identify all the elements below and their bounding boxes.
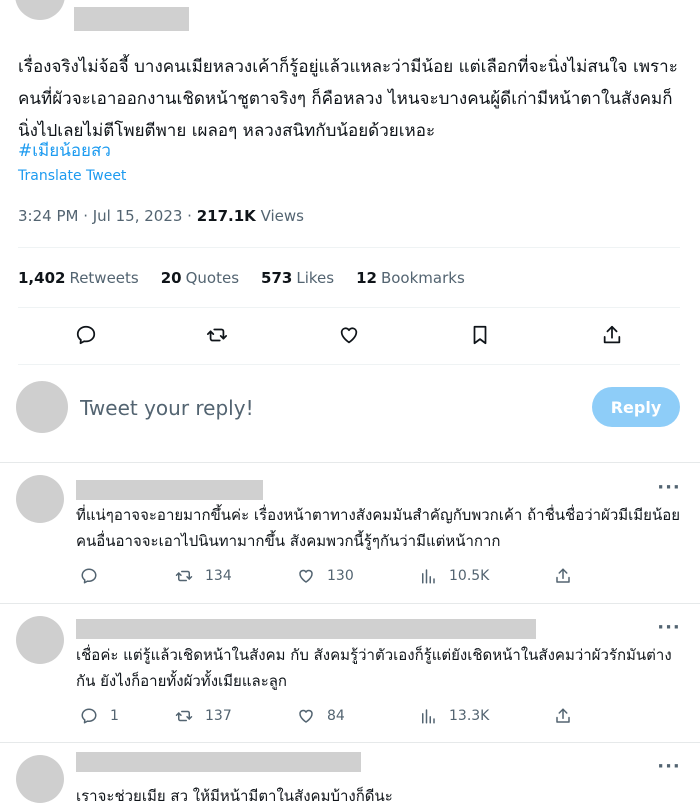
reply-reply-button[interactable]: 1 (80, 705, 119, 727)
reply-share-button[interactable] (554, 565, 584, 587)
retweet-icon (206, 328, 228, 342)
more-icon[interactable]: ··· (655, 479, 683, 501)
quotes-label: Quotes (185, 269, 240, 287)
share-icon (603, 325, 621, 344)
divider (18, 364, 680, 365)
more-icon[interactable]: ··· (655, 758, 683, 780)
reply-icon (81, 708, 97, 724)
reply-text: เชื่อค่ะ แต่รู้แล้วเชิดหน้าในสังคม กับ ส… (76, 646, 672, 690)
avatar[interactable] (16, 616, 64, 664)
quotes-stat[interactable]: 20 Quotes (161, 267, 239, 289)
likes-label: Likes (296, 269, 335, 287)
tweet-timestamp[interactable]: 3:24 PM · Jul 15, 2023 · (18, 207, 197, 225)
share-icon (556, 708, 570, 723)
tweet-meta: 3:24 PM · Jul 15, 2023 · 217.1K Views (18, 205, 304, 227)
translate-tweet-link[interactable]: Translate Tweet (18, 166, 126, 186)
views-count: 217.1K (196, 207, 256, 225)
reply-views-button[interactable]: 13.3K (419, 705, 489, 727)
author-avatar[interactable] (15, 0, 65, 20)
divider (18, 247, 680, 248)
heart-icon (299, 709, 313, 723)
views-icon (422, 569, 435, 584)
retweet-button[interactable] (204, 322, 230, 348)
like-button[interactable] (336, 322, 362, 348)
reply-retweet-button[interactable]: 137 (175, 705, 232, 727)
views-icon (422, 709, 435, 724)
likes-count: 573 (261, 269, 293, 287)
divider (18, 307, 680, 308)
heart-icon (340, 327, 358, 344)
reply-retweet-button[interactable]: 134 (175, 565, 232, 587)
reply-share-button[interactable] (554, 705, 584, 727)
reply-input[interactable] (80, 392, 550, 424)
retweets-stat[interactable]: 1,402 Retweets (18, 267, 139, 289)
reply-author-redacted[interactable] (76, 752, 361, 772)
retweets-label: Retweets (69, 269, 139, 287)
likes-stat[interactable]: 573 Likes (261, 267, 334, 289)
retweet-icon (175, 570, 193, 582)
current-user-avatar (16, 381, 68, 433)
author-name-redacted[interactable] (74, 7, 189, 31)
like-count: 130 (327, 568, 354, 584)
bookmark-button[interactable] (467, 322, 493, 348)
reply-like-button[interactable]: 130 (297, 565, 354, 587)
heart-icon (299, 569, 313, 583)
bookmark-icon (473, 325, 487, 345)
reply-reply-button[interactable] (80, 565, 110, 587)
reply-button[interactable] (73, 322, 99, 348)
more-icon[interactable]: ··· (655, 619, 683, 641)
views-label: Views (255, 207, 304, 225)
views-count: 10.5K (449, 568, 490, 584)
reply-author-redacted[interactable] (76, 619, 536, 639)
bookmarks-count: 12 (356, 269, 377, 287)
reply-actions: 1 137 84 13.3K (76, 705, 686, 727)
reply-author-redacted[interactable] (76, 480, 263, 500)
tweet-stats: 1,402 Retweets 20 Quotes 573 Likes 12 Bookma… (18, 267, 465, 289)
reply-text: เราจะช่วยเมีย สว ให้มีหน้ามีตาในสังคมบ้า… (76, 787, 393, 805)
reply-text: ที่แน่ๆอาจจะอายมากขึ้นค่ะ เรื่องหน้าตาทา… (76, 506, 681, 550)
retweet-icon (175, 710, 193, 722)
retweets-count: 1,402 (18, 269, 66, 287)
tweet-text: เรื่องจริงไม่จ้อจี้ บางคนเมียหลวงเค้าก็ร… (18, 57, 678, 141)
bookmarks-stat[interactable]: 12 Bookmarks (356, 267, 465, 289)
hashtag-link[interactable]: #เมียน้อยสว (18, 135, 111, 167)
reply-item[interactable]: ··· เชื่อค่ะ แต่รู้แล้วเชิดหน้าในสังคม ก… (0, 604, 700, 742)
avatar[interactable] (16, 755, 64, 803)
share-icon (556, 568, 570, 583)
reply-views-button[interactable]: 10.5K (419, 565, 489, 587)
retweet-count: 134 (205, 568, 232, 584)
like-count: 84 (327, 708, 345, 724)
share-button[interactable] (599, 322, 625, 348)
avatar[interactable] (16, 475, 64, 523)
quotes-count: 20 (160, 269, 182, 287)
reply-count: 1 (110, 708, 119, 724)
reply-icon (76, 325, 96, 345)
reply-icon (81, 568, 97, 584)
reply-actions: 134 130 10.5K (76, 565, 686, 587)
reply-item[interactable]: ··· เราจะช่วยเมีย สว ให้มีหน้ามีตาในสังค… (0, 743, 700, 810)
reply-like-button[interactable]: 84 (297, 705, 345, 727)
reply-submit-button[interactable]: Reply (592, 387, 680, 427)
reply-item[interactable]: ··· ที่แน่ๆอาจจะอายมากขึ้นค่ะ เรื่องหน้า… (0, 463, 700, 603)
views-count: 13.3K (449, 708, 490, 724)
retweet-count: 137 (205, 708, 232, 724)
bookmarks-label: Bookmarks (380, 269, 465, 287)
